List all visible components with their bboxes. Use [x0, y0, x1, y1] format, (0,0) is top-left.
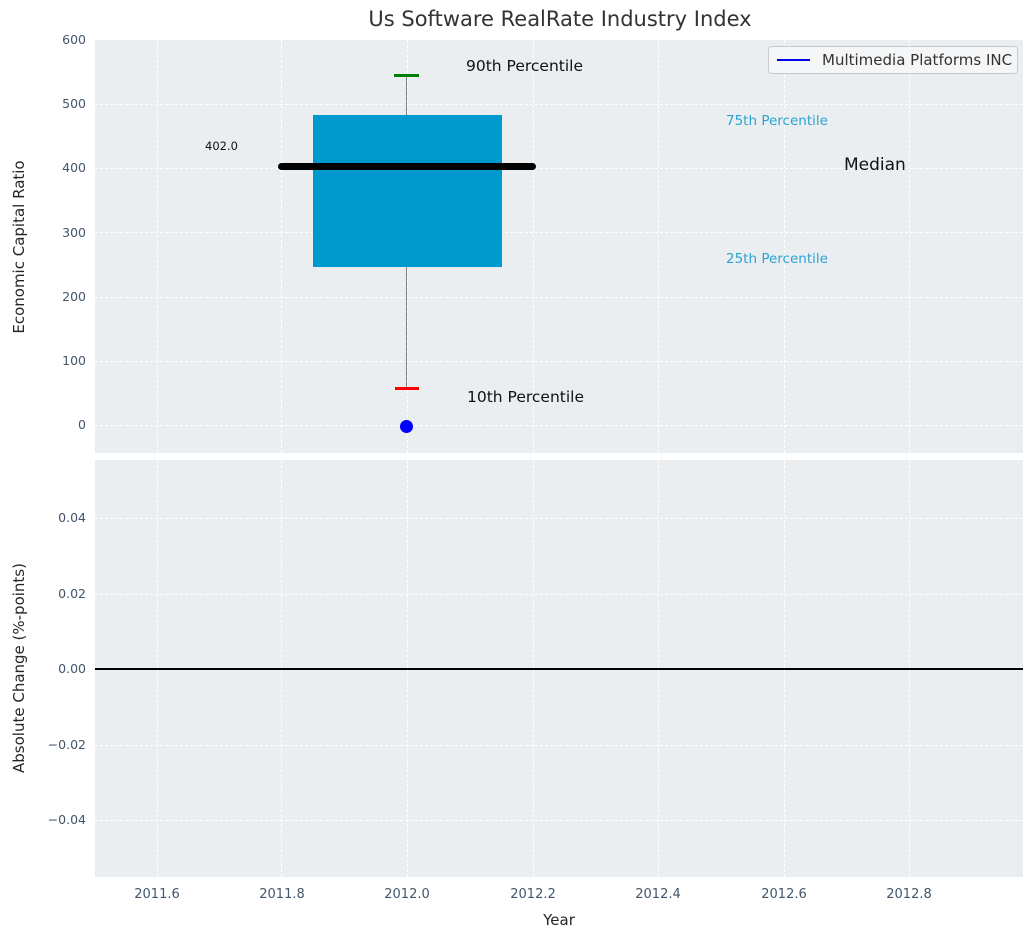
gridline [95, 296, 1023, 298]
p25-annotation: 25th Percentile [726, 251, 828, 267]
legend-line-sample [777, 58, 810, 62]
p10-cap-marker [395, 387, 419, 390]
company-data-point [400, 420, 413, 433]
gridline [95, 744, 1023, 746]
ytick-bottom: 0.02 [58, 585, 86, 601]
gridline [95, 360, 1023, 362]
ytick-top: 500 [62, 96, 86, 111]
median-value-annotation: 402.0 [205, 139, 238, 153]
ytick-top: 0 [78, 417, 86, 432]
gridline [658, 40, 659, 453]
xtick: 2012.8 [886, 887, 932, 902]
ytick-top: 200 [62, 288, 86, 304]
median-line [278, 163, 536, 170]
median-annotation: Median [844, 155, 906, 175]
figure: Us Software RealRate Industry Index 402.… [0, 0, 1034, 942]
ytick-top: 400 [62, 160, 86, 175]
ytick-bottom: 0.04 [58, 510, 86, 525]
gridline [784, 40, 785, 453]
xtick: 2011.6 [134, 887, 180, 902]
gridline [281, 40, 282, 453]
gridline [95, 518, 1023, 519]
gridline [95, 820, 1023, 821]
p90-cap-marker [394, 74, 419, 77]
ytick-top: 600 [62, 32, 86, 47]
top-y-axis-label: Economic Capital Ratio [10, 160, 28, 334]
gridline [95, 104, 1023, 105]
gridline [95, 232, 1023, 233]
zero-baseline [95, 668, 1023, 670]
iqr-box [313, 115, 502, 267]
p90-annotation: 90th Percentile [466, 57, 584, 75]
legend-label: Multimedia Platforms INC [822, 51, 1013, 69]
ytick-top: 100 [62, 352, 86, 368]
xtick: 2012.4 [635, 887, 681, 902]
x-axis-label: Year [543, 911, 575, 929]
ytick-bottom: −0.02 [47, 736, 86, 752]
ytick-bottom: −0.04 [47, 812, 86, 827]
p75-annotation: 75th Percentile [726, 113, 828, 129]
gridline [157, 40, 158, 453]
xtick: 2012.2 [510, 887, 556, 902]
xtick: 2011.8 [259, 887, 305, 902]
xtick: 2012.0 [384, 887, 430, 902]
ytick-bottom: 0.00 [58, 661, 86, 676]
p10-annotation: 10th Percentile [467, 388, 585, 406]
chart-title: Us Software RealRate Industry Index [368, 7, 752, 31]
gridline [95, 425, 1023, 426]
gridline [95, 593, 1023, 595]
legend: Multimedia Platforms INC [768, 46, 1018, 74]
xtick: 2012.6 [761, 887, 807, 902]
ytick-top: 300 [62, 224, 86, 240]
gridline [909, 40, 910, 453]
bottom-y-axis-label: Absolute Change (%-points) [10, 563, 28, 773]
